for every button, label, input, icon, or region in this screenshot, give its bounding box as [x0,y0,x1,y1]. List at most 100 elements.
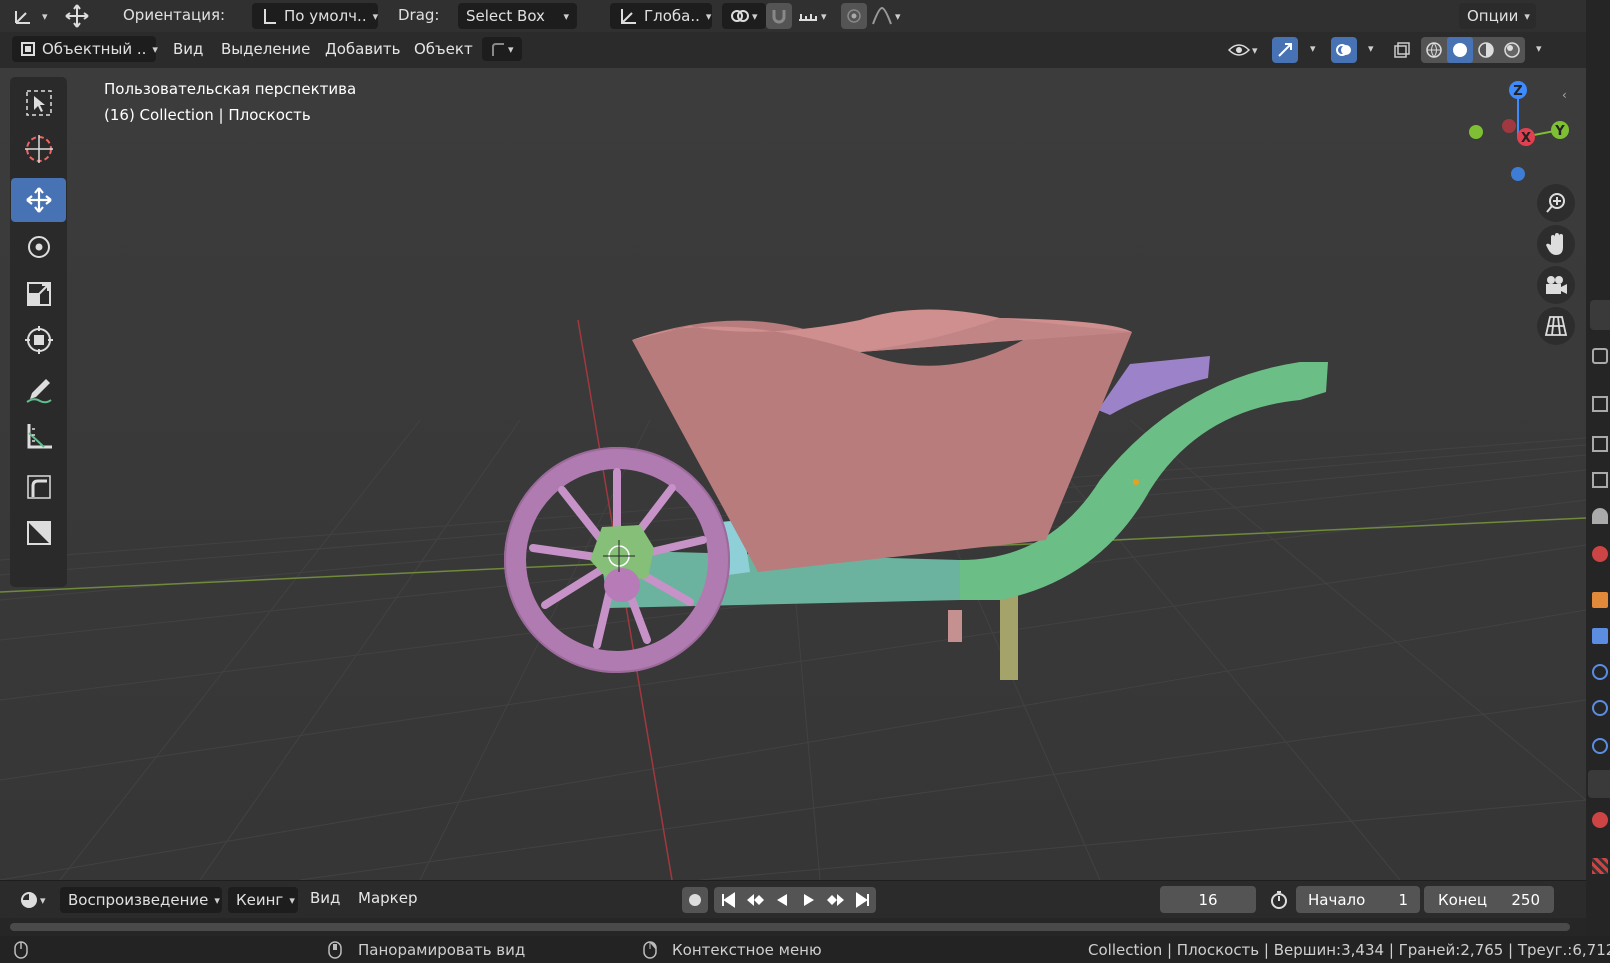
cursor-icon [23,133,55,165]
jump-start-icon[interactable] [714,887,741,913]
menu-add[interactable]: Добавить [325,40,401,58]
3d-viewport[interactable]: Пользовательская перспектива (16) Collec… [0,68,1586,880]
scene-tab-icon[interactable] [1592,472,1608,488]
neg-z-axis-handle[interactable] [1511,167,1525,181]
play-icon[interactable] [795,887,822,913]
render-tab-icon[interactable] [1592,348,1608,364]
preview-range-toggle[interactable] [1266,887,1292,913]
tool-inset[interactable] [11,511,66,555]
timeline-menu-marker[interactable]: Маркер [358,889,417,907]
camera-icon [1543,274,1569,296]
proportional-edit-toggle[interactable] [841,3,867,29]
overlays-toggle[interactable] [1331,37,1357,63]
snap-target-dropdown[interactable]: ▾ [722,3,766,29]
chevron-down-icon[interactable]: ▾ [1368,42,1374,55]
material-shading-icon[interactable] [1473,37,1499,63]
ortho-toggle-button[interactable] [1537,307,1575,345]
falloff-dropdown[interactable]: ▾ [871,3,901,29]
axes-icon [12,5,36,27]
snap-mode-dropdown[interactable]: ▾ [797,3,827,29]
prev-keyframe-icon[interactable] [741,887,768,913]
object-tab-icon[interactable] [1592,592,1608,608]
xray-toggle[interactable] [1389,37,1415,63]
jump-end-icon[interactable] [849,887,876,913]
chevron-down-icon[interactable]: ▾ [1310,42,1316,55]
data-tab-icon[interactable] [1588,770,1610,798]
playback-dropdown[interactable]: Воспроизведение ▾ [60,887,222,913]
view-layer-tab-icon[interactable] [1592,436,1608,452]
editor-type-menu[interactable]: ▾ [12,4,48,28]
chevron-down-icon[interactable]: ▾ [1536,42,1542,55]
solid-shading-icon[interactable] [1447,37,1473,63]
tool-measure[interactable] [11,414,66,458]
wireframe-shading-icon[interactable] [1421,37,1447,63]
next-keyframe-icon[interactable] [822,887,849,913]
play-reverse-icon[interactable] [768,887,795,913]
current-frame-field[interactable]: 16 [1160,886,1256,913]
material-tab-icon[interactable] [1592,812,1608,828]
tool-rotate[interactable] [11,225,66,269]
mode-dropdown[interactable]: Объектный .. ▾ [12,36,158,62]
output-tab-icon[interactable] [1592,396,1608,412]
viewport-header: Объектный .. ▾ Вид Выделение Добавить Об… [0,32,1586,68]
timeline-editor-type[interactable]: ▾ [12,887,50,913]
start-frame-field[interactable]: Начало 1 [1296,886,1420,913]
pivot-dropdown[interactable]: Глоба.. ▾ [610,3,712,29]
sidebar-expand-chevron-icon[interactable]: ‹ [1562,88,1567,102]
chevron-down-icon: ▾ [752,9,758,23]
tool-move[interactable] [11,178,66,222]
physics-tab-icon[interactable] [1592,700,1608,716]
menu-object[interactable]: Объект [414,40,473,58]
mouse-left-icon [14,941,28,959]
snap-toggle[interactable] [766,3,792,29]
move-icon [24,185,54,215]
visibility-dropdown[interactable]: ▾ [1228,38,1258,62]
drag-dropdown[interactable]: Select Box ▾ [458,3,577,29]
menu-view[interactable]: Вид [173,40,203,58]
tool-extrude[interactable] [11,465,66,509]
tool-annotate[interactable] [11,368,66,412]
orientation-dropdown[interactable]: По умолч.. ▾ [252,3,378,29]
world-tab-icon[interactable] [1592,508,1608,524]
pan-button[interactable] [1537,225,1575,263]
timeline-scrubber[interactable] [0,918,1586,936]
tool-transform[interactable] [11,318,66,362]
camera-view-button[interactable] [1537,266,1575,304]
timeline-scrollbar[interactable] [10,923,1570,931]
timeline-menu-view[interactable]: Вид [310,889,340,907]
neg-y-axis-handle[interactable] [1469,125,1483,139]
particles-tab-icon[interactable] [1592,664,1608,680]
start-label: Начало [1308,890,1366,909]
orientation-icon [260,7,278,25]
menu-select[interactable]: Выделение [221,40,310,58]
neg-x-axis-handle[interactable] [1502,119,1516,133]
modifiers-tab-icon[interactable] [1592,628,1608,644]
zoom-button[interactable] [1537,184,1575,222]
move-arrows-icon [64,3,90,29]
magnet-icon [770,7,788,25]
timeline-header: ▾ Воспроизведение ▾ Кеинг ▾ Вид Маркер 1… [0,880,1586,919]
chevron-down-icon: ▾ [705,9,712,23]
end-frame-field[interactable]: Конец 250 [1424,886,1554,913]
chevron-down-icon: ▾ [821,9,827,23]
gizmos-toggle[interactable] [1272,37,1298,63]
texture-tab-icon[interactable] [1592,858,1608,874]
overlays-icon [1335,41,1353,59]
chevron-down-icon: ▾ [289,893,295,907]
options-dropdown[interactable]: Опции ▾ [1459,3,1536,29]
tool-cursor[interactable] [11,127,66,171]
rendered-shading-icon[interactable] [1499,37,1525,63]
falloff-curve-icon [871,6,893,26]
tool-scale[interactable] [11,272,66,316]
keying-dropdown[interactable]: Кеинг ▾ [228,887,298,913]
collection-tab-icon[interactable] [1592,546,1608,562]
tool-select-box[interactable] [11,81,66,125]
magnifier-plus-icon [1544,191,1568,215]
tool-tab-icon[interactable] [1590,300,1610,330]
chevron-down-icon: ▾ [1524,9,1530,23]
rotate-icon [24,232,54,262]
record-button[interactable] [682,887,708,913]
gizmo-dropdown[interactable]: ▾ [482,37,522,61]
transform-gizmo-toggle[interactable] [64,3,90,29]
constraints-tab-icon[interactable] [1592,738,1608,754]
